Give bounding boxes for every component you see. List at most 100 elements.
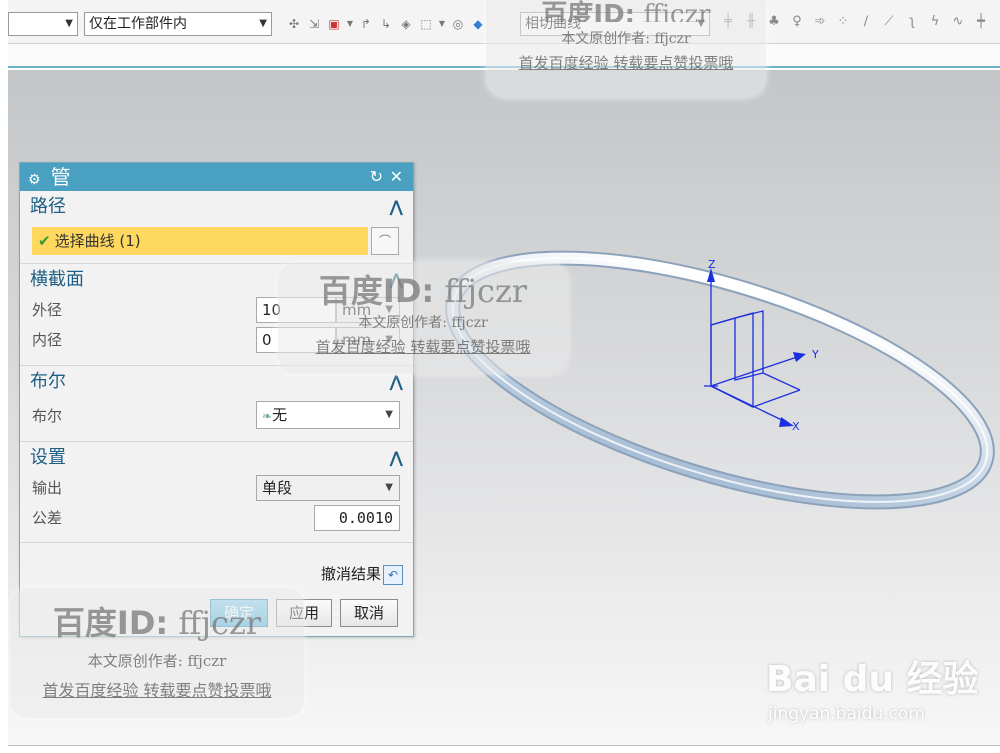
output-label: 输出 — [32, 479, 63, 497]
inner-diameter-label: 内径 — [32, 331, 63, 349]
boolean-row: 布尔 ❧无 ▼ — [20, 397, 413, 435]
chevron-down-icon: ▼ — [385, 334, 393, 345]
path-section-header[interactable]: 路径 ⋀ — [20, 191, 413, 223]
select-curve-label: 选择曲线 (1) — [54, 232, 141, 250]
type-filter-select[interactable]: ▼ — [8, 12, 78, 36]
left-gutter — [0, 0, 8, 753]
dialog-title: 管 — [50, 165, 71, 189]
zigzag-icon[interactable]: ϟ — [927, 13, 943, 31]
line-icon[interactable]: ∕ — [858, 13, 874, 31]
body-icon[interactable]: ◎ — [450, 15, 466, 33]
chevron-up-icon[interactable]: ⋀ — [390, 366, 403, 398]
box-select-icon[interactable]: ⬚ — [418, 15, 434, 33]
close-icon[interactable]: ✕ — [390, 163, 403, 191]
chevron-up-icon[interactable]: ⋀ — [390, 264, 403, 296]
ok-button[interactable]: 确定 — [210, 599, 268, 627]
selection-icons: ✣ ⇲ ▣ ▼ ↱ ↳ ◈ ⬚ ▼ ◎ ◆ — [286, 13, 486, 35]
settings-section-label: 设置 — [30, 447, 66, 468]
line2-icon[interactable]: ⟋ — [881, 13, 897, 31]
arrow-icon[interactable]: ↱ — [358, 15, 374, 33]
select-icon[interactable]: ⇲ — [306, 15, 322, 33]
snap-icon[interactable]: ✣ — [286, 15, 302, 33]
intersect-icon[interactable]: ╪ — [720, 13, 736, 31]
cross-section-label: 横截面 — [30, 269, 84, 290]
cross-icon[interactable]: ┿ — [973, 13, 989, 31]
chevron-down-icon: ▼ — [259, 18, 267, 29]
chevron-down-icon: ▼ — [697, 18, 705, 29]
curve-select-button[interactable]: ⌒ — [371, 227, 399, 255]
curve-icon[interactable]: ʅ — [904, 13, 920, 31]
scope-select-value: 仅在工作部件内 — [89, 16, 187, 32]
boolean-label: 布尔 — [32, 407, 63, 425]
cancel-button[interactable]: 取消 — [340, 599, 398, 627]
dropdown-icon[interactable]: ▼ — [346, 15, 354, 33]
outer-unit-select[interactable]: mm ▼ — [336, 297, 400, 323]
apply-button[interactable]: 应用 — [276, 599, 332, 627]
undo-result-label: 撤消结果 — [320, 565, 381, 583]
baidu-logo-text: Bai du 经验 — [766, 659, 979, 700]
path-row: ✔ 选择曲线 (1) ⌒ — [20, 223, 413, 263]
output-row: 输出 单段 ▼ — [20, 473, 413, 503]
outer-unit-value: mm — [342, 301, 372, 319]
arrow-right-icon[interactable]: ➾ — [812, 13, 828, 31]
status-strip — [8, 745, 1000, 753]
undo-result-toggle[interactable]: 撤消结果 ↶ — [321, 561, 403, 587]
output-value: 单段 — [262, 479, 293, 497]
settings-section-header[interactable]: 设置 ⋀ — [20, 441, 413, 473]
solid-icon[interactable]: ◆ — [470, 15, 486, 33]
baidu-url: jingyan.baidu.com — [768, 704, 925, 724]
select-curve-field[interactable]: ✔ 选择曲线 (1) — [32, 227, 368, 255]
parallel-icon[interactable]: ╫ — [743, 13, 759, 31]
chevron-up-icon[interactable]: ⋀ — [390, 191, 403, 223]
tolerance-input[interactable]: 0.0010 — [314, 505, 400, 531]
curve-icon: ⌒ — [378, 234, 391, 248]
point-cloud-icon[interactable]: ⁘ — [835, 13, 851, 31]
boolean-section-header[interactable]: 布尔 ⋀ — [20, 365, 413, 397]
outer-diameter-label: 外径 — [32, 301, 63, 319]
curve-rule-value: 相切曲线 — [525, 16, 581, 32]
secondary-strip — [8, 44, 1000, 68]
face-icon[interactable]: ◈ — [398, 15, 414, 33]
no-boolean-icon: ❧ — [262, 409, 273, 423]
spacer — [20, 533, 413, 543]
output-select[interactable]: 单段 ▼ — [256, 475, 400, 501]
outer-diameter-input[interactable]: 10 — [256, 297, 336, 323]
boolean-select[interactable]: ❧无 ▼ — [256, 401, 400, 429]
path-section-label: 路径 — [30, 196, 66, 217]
gear-icon[interactable]: ⚙ — [28, 172, 41, 188]
outer-diameter-row: 外径 10 mm ▼ — [20, 295, 413, 325]
curve-rule-select[interactable]: 相切曲线 ▼ — [520, 12, 710, 36]
select-all-icon[interactable]: ▣ — [326, 15, 342, 33]
top-toolbar: ▼ 仅在工作部件内 ▼ ✣ ⇲ ▣ ▼ ↱ ↳ ◈ ⬚ ▼ ◎ ◆ 相切曲线 ▼… — [8, 0, 1000, 44]
baidu-logo: Bai du 经验 jingyan.baidu.com — [766, 650, 979, 724]
chevron-down-icon: ▼ — [65, 18, 73, 29]
inner-unit-select[interactable]: mm ▼ — [336, 327, 400, 353]
boolean-section-label: 布尔 — [30, 371, 66, 392]
inner-unit-value: mm — [342, 331, 372, 349]
wave-icon[interactable]: ∿ — [950, 13, 966, 31]
chevron-down-icon: ▼ — [385, 482, 393, 493]
check-icon: ✔ — [38, 232, 51, 250]
outer-diameter-value: 10 — [262, 301, 282, 319]
feature-icon[interactable]: ↳ — [378, 15, 394, 33]
inner-diameter-row: 内径 0 mm ▼ — [20, 325, 413, 355]
inner-diameter-value: 0 — [262, 331, 272, 349]
group-icon[interactable]: ♣ — [766, 13, 782, 31]
tolerance-value: 0.0010 — [338, 509, 393, 527]
boolean-value: 无 — [272, 406, 288, 424]
tolerance-row: 公差 0.0010 — [20, 503, 413, 533]
undo-icon[interactable]: ↶ — [383, 564, 403, 585]
reset-icon[interactable]: ↻ — [370, 163, 383, 191]
chevron-down-icon: ▼ — [385, 304, 393, 315]
chevron-down-icon: ▼ — [385, 409, 393, 420]
tube-dialog: ⚙ 管 ↻ ✕ 路径 ⋀ ✔ 选择曲线 (1) ⌒ 横截面 ⋀ 外径 10 mm ▼ … — [19, 162, 414, 637]
cross-section-header[interactable]: 横截面 ⋀ — [20, 263, 413, 295]
dropdown-icon[interactable]: ▼ — [438, 15, 446, 33]
node-icon[interactable]: ♀ — [789, 13, 805, 31]
dialog-title-bar[interactable]: ⚙ 管 ↻ ✕ — [20, 163, 413, 191]
scope-select[interactable]: 仅在工作部件内 ▼ — [84, 12, 272, 36]
tolerance-label: 公差 — [32, 509, 63, 527]
chevron-up-icon[interactable]: ⋀ — [390, 442, 403, 474]
inner-diameter-input[interactable]: 0 — [256, 327, 336, 353]
